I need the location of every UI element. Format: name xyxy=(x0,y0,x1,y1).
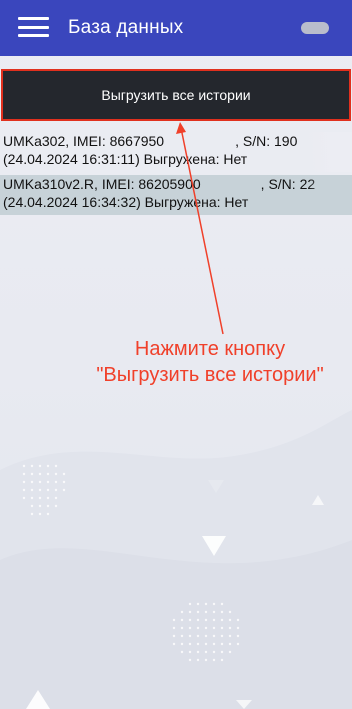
dot-cluster-left xyxy=(22,464,66,516)
bg-wave-2 xyxy=(0,540,352,709)
dot-cluster-bottom xyxy=(172,602,240,662)
row-fade-edge xyxy=(308,132,352,172)
app-bar: База данных xyxy=(0,0,352,56)
history-device-imei: UMKa302, IMEI: 8667950 xyxy=(3,133,165,149)
history-status: (24.04.2024 16:34:32) Выгружена: Нет xyxy=(3,194,249,210)
annotation-line-1: Нажмите кнопку xyxy=(134,338,286,360)
history-list-item[interactable]: UMKa310v2.R, IMEI: 86205900 , S/N: 22 (24… xyxy=(0,175,352,215)
history-device-sn: , S/N: 22 xyxy=(260,176,316,192)
bg-triangle-3 xyxy=(26,690,50,709)
bg-triangle-4 xyxy=(236,700,252,709)
bg-wave-1 xyxy=(0,410,352,709)
menu-line xyxy=(18,34,49,37)
menu-line xyxy=(18,25,49,29)
history-device-imei: UMKa310v2.R, IMEI: 86205900 xyxy=(3,176,201,192)
annotation-text: Нажмите кнопку "Выгрузить все истории" xyxy=(60,336,352,388)
history-device-info: UMKa310v2.R, IMEI: 86205900 , S/N: 22 xyxy=(3,175,352,193)
annotation-line-2: "Выгрузить все истории" xyxy=(96,364,324,386)
hamburger-menu-icon[interactable] xyxy=(18,17,49,37)
toggle-pill-icon[interactable] xyxy=(301,22,329,34)
history-list-item[interactable]: UMKa302, IMEI: 8667950 , S/N: 190 (24.04.… xyxy=(0,132,352,172)
upload-all-histories-button[interactable]: Выгрузить все истории xyxy=(4,72,348,118)
menu-line xyxy=(18,17,49,20)
history-device-info: UMKa302, IMEI: 8667950 , S/N: 190 xyxy=(3,132,352,150)
history-status: (24.04.2024 16:31:11) Выгружена: Нет xyxy=(3,151,248,167)
history-device-sn: , S/N: 190 xyxy=(235,133,298,149)
bg-triangle-1 xyxy=(202,536,226,556)
row-fade-edge xyxy=(308,175,352,215)
page-title: База данных xyxy=(68,17,184,38)
bg-triangle-5 xyxy=(312,495,324,505)
bg-triangle-2 xyxy=(208,480,224,493)
